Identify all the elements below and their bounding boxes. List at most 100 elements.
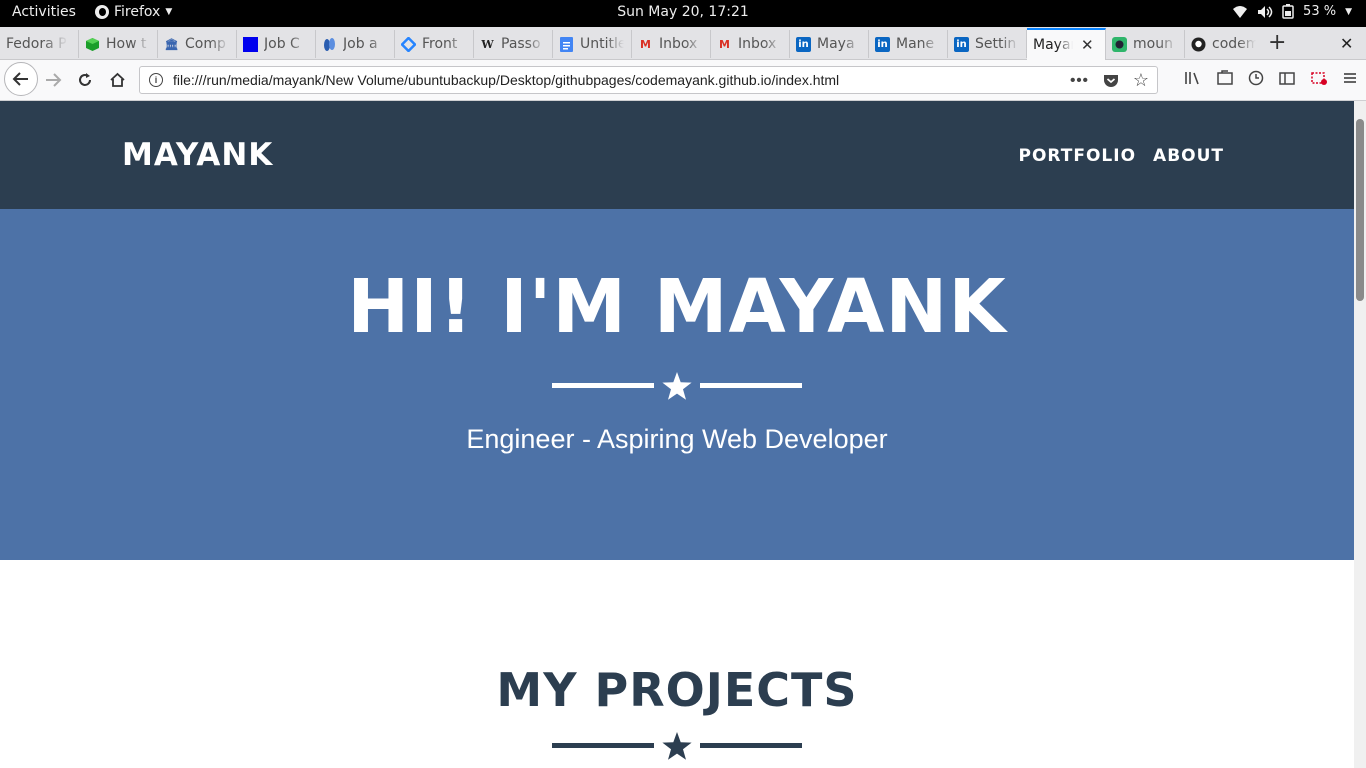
page-scrollbar[interactable] bbox=[1354, 101, 1366, 768]
reload-icon bbox=[79, 73, 91, 86]
cube-icon bbox=[85, 37, 100, 52]
close-tab-icon[interactable]: ✕ bbox=[1081, 36, 1094, 54]
browser-tab[interactable]: moun bbox=[1106, 30, 1185, 58]
sidebar-icon[interactable] bbox=[1278, 70, 1296, 86]
star-divider bbox=[552, 731, 802, 761]
bank-icon: 🏛 bbox=[164, 37, 179, 51]
gmail-icon: M bbox=[640, 37, 651, 51]
more-actions-icon[interactable]: ••• bbox=[1070, 72, 1089, 89]
divider-line bbox=[700, 383, 802, 388]
feet-icon bbox=[322, 37, 337, 52]
close-window-icon[interactable]: ✕ bbox=[1340, 34, 1353, 53]
browser-tab[interactable]: Untitle bbox=[553, 30, 632, 58]
navigation-toolbar: i file:///run/media/mayank/New Volume/ub… bbox=[0, 60, 1366, 101]
home-icon bbox=[109, 72, 125, 87]
tab-label: Inbox bbox=[659, 36, 698, 52]
url-text[interactable]: file:///run/media/mayank/New Volume/ubun… bbox=[173, 72, 1070, 88]
tab-label: Settin bbox=[975, 36, 1017, 52]
nav-link-portfolio[interactable]: PORTFOLIO bbox=[1019, 146, 1137, 166]
site-brand-link[interactable]: MAYANK bbox=[122, 137, 273, 173]
browser-tab[interactable]: M Inbox bbox=[711, 30, 790, 58]
browser-tab[interactable]: Job a bbox=[316, 30, 395, 58]
github-icon bbox=[1191, 37, 1206, 52]
linkedin-icon: in bbox=[875, 36, 890, 52]
divider-line bbox=[700, 743, 802, 748]
browser-tab[interactable]: in Mane bbox=[869, 30, 948, 58]
site-navbar: MAYANK PORTFOLIO ABOUT bbox=[0, 101, 1354, 209]
system-top-bar: Activities Firefox ▼ Sun May 20, 17:21 5… bbox=[0, 0, 1366, 27]
activities-button[interactable]: Activities bbox=[12, 4, 76, 20]
browser-tab[interactable]: How t bbox=[79, 30, 158, 58]
info-icon[interactable]: i bbox=[149, 73, 163, 87]
browser-tab[interactable]: M Inbox bbox=[632, 30, 711, 58]
library-icon[interactable] bbox=[1184, 70, 1202, 86]
app-name: Firefox bbox=[114, 4, 161, 20]
star-icon bbox=[662, 372, 692, 400]
wikipedia-icon: W bbox=[481, 37, 494, 51]
browser-tab[interactable]: Fedora P bbox=[0, 30, 79, 58]
tab-label: Maya bbox=[817, 36, 855, 52]
tab-label: Mane bbox=[896, 36, 935, 52]
volume-icon bbox=[1258, 5, 1273, 18]
tab-label: Fedora P bbox=[6, 36, 67, 52]
back-button[interactable] bbox=[4, 62, 38, 96]
synced-tabs-icon[interactable] bbox=[1216, 70, 1234, 86]
star-icon bbox=[662, 732, 692, 760]
image-icon bbox=[1112, 36, 1127, 52]
web-page: MAYANK PORTFOLIO ABOUT HI! I'M MAYANK En… bbox=[0, 101, 1354, 768]
history-icon[interactable] bbox=[1248, 70, 1264, 86]
docs-icon bbox=[559, 36, 574, 52]
tab-label: Job C bbox=[264, 36, 300, 52]
browser-tab[interactable]: Front bbox=[395, 30, 474, 58]
forward-button[interactable] bbox=[41, 68, 65, 92]
browser-tab[interactable]: in Maya bbox=[790, 30, 869, 58]
tab-label: Job a bbox=[343, 36, 378, 52]
firefox-icon bbox=[95, 5, 109, 19]
arrow-right-icon bbox=[46, 73, 62, 87]
hero-subtitle: Engineer - Aspiring Web Developer bbox=[466, 424, 888, 454]
battery-percent: 53 % bbox=[1303, 4, 1337, 19]
hero-title: HI! I'M MAYANK bbox=[347, 264, 1007, 350]
browser-tab[interactable]: codem bbox=[1185, 30, 1264, 58]
site-menu: PORTFOLIO ABOUT bbox=[1019, 146, 1224, 166]
chevron-down-icon: ▼ bbox=[1345, 6, 1352, 17]
tab-label: Passo bbox=[501, 36, 541, 52]
pocket-icon[interactable] bbox=[1103, 73, 1119, 88]
tab-label: Inbox bbox=[738, 36, 777, 52]
browser-tab-active[interactable]: Mayan ✕ bbox=[1027, 28, 1106, 60]
tab-strip: Fedora P How t 🏛 Comp Job C Job a Front … bbox=[0, 27, 1366, 60]
app-menu[interactable]: Firefox ▼ bbox=[95, 4, 172, 20]
battery-icon bbox=[1282, 4, 1294, 19]
system-status-menu[interactable]: 53 % ▼ bbox=[1232, 4, 1352, 19]
hero-masthead: HI! I'M MAYANK Engineer - Aspiring Web D… bbox=[0, 209, 1354, 560]
clock[interactable]: Sun May 20, 17:21 bbox=[0, 4, 1366, 20]
reload-button[interactable] bbox=[73, 68, 97, 92]
browser-tab[interactable]: Job C bbox=[237, 30, 316, 58]
arrow-left-icon bbox=[12, 72, 28, 86]
nav-link-about[interactable]: ABOUT bbox=[1153, 146, 1224, 166]
browser-tab[interactable]: 🏛 Comp bbox=[158, 30, 237, 58]
section-title: MY PROJECTS bbox=[496, 663, 858, 717]
browser-tab[interactable]: W Passo bbox=[474, 30, 553, 58]
screenshot-icon[interactable] bbox=[1310, 70, 1328, 86]
home-button[interactable] bbox=[105, 68, 129, 92]
tab-label: moun bbox=[1133, 36, 1173, 52]
linkedin-icon: in bbox=[796, 36, 811, 52]
chevron-down-icon: ▼ bbox=[165, 7, 173, 17]
square-icon bbox=[243, 36, 258, 52]
url-bar[interactable]: i file:///run/media/mayank/New Volume/ub… bbox=[139, 66, 1158, 94]
scrollbar-thumb[interactable] bbox=[1356, 119, 1364, 301]
browser-tab[interactable]: in Settin bbox=[948, 30, 1027, 58]
diamond-icon bbox=[401, 36, 416, 52]
tab-label: Comp bbox=[185, 36, 226, 52]
new-tab-plus-icon[interactable]: + bbox=[1268, 30, 1286, 55]
hamburger-menu-icon[interactable] bbox=[1342, 70, 1358, 86]
tab-label: Untitle bbox=[580, 36, 624, 52]
divider-line bbox=[552, 743, 654, 748]
divider-line bbox=[552, 383, 654, 388]
tab-label: Mayan bbox=[1033, 37, 1073, 53]
projects-section: MY PROJECTS bbox=[0, 560, 1354, 768]
tab-label: Front bbox=[422, 36, 458, 52]
linkedin-icon: in bbox=[954, 36, 969, 52]
bookmark-star-icon[interactable]: ☆ bbox=[1133, 70, 1149, 91]
